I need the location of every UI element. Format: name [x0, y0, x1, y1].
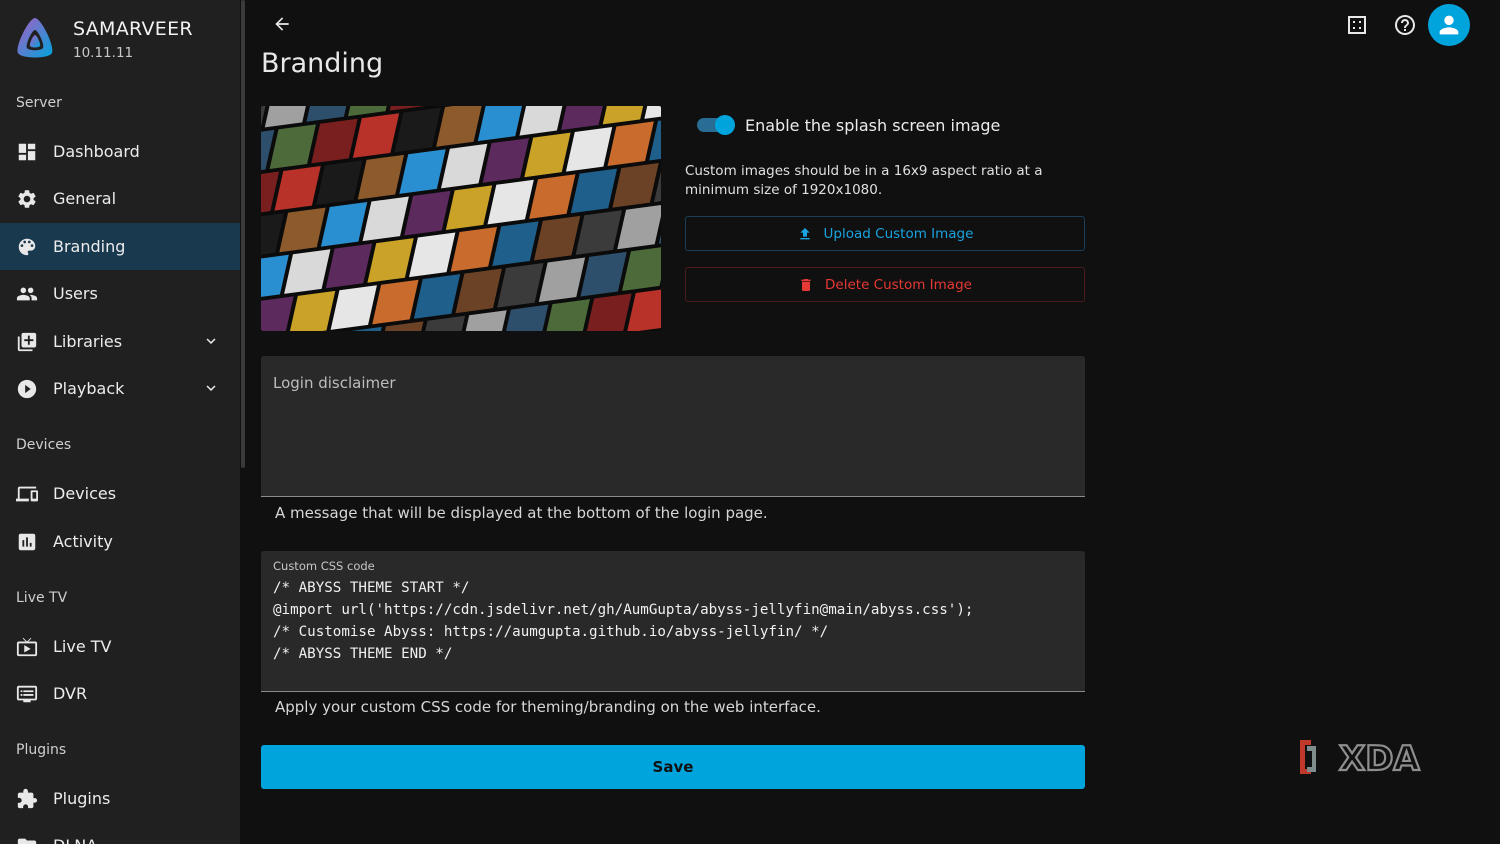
splash-preview-image [261, 106, 661, 331]
select-frame-icon [1348, 16, 1366, 34]
back-button[interactable] [268, 10, 296, 38]
sidebar-item-label: DLNA [53, 836, 97, 844]
login-disclaimer-field[interactable]: Login disclaimer [261, 356, 1085, 497]
upload-custom-image-button[interactable]: Upload Custom Image [685, 216, 1085, 251]
cast-button[interactable] [1344, 12, 1370, 38]
dvr-icon [16, 683, 38, 705]
upload-icon [799, 227, 810, 239]
poster-collage-image [261, 106, 661, 331]
puzzle-icon [16, 788, 38, 810]
custom-css-field[interactable]: Custom CSS code /* ABYSS THEME START */ … [261, 551, 1085, 692]
page-title: Branding [261, 48, 384, 79]
sidebar-item-live-tv[interactable]: Live TV [0, 623, 240, 670]
splash-toggle-label: Enable the splash screen image [745, 115, 1001, 135]
library-add-icon [16, 331, 38, 353]
xda-watermark-logo: XDA [1300, 738, 1422, 780]
people-icon [16, 283, 38, 305]
chevron-down-icon[interactable] [202, 332, 220, 350]
server-name: SAMARVEER [73, 18, 193, 40]
login-disclaimer-helper: A message that will be displayed at the … [275, 504, 768, 522]
sidebar-item-label: Users [53, 284, 98, 303]
help-button[interactable] [1392, 12, 1418, 38]
sidebar-item-dashboard[interactable]: Dashboard [0, 128, 240, 175]
sidebar-item-label: Live TV [53, 637, 112, 656]
palette-icon [16, 236, 38, 258]
help-icon [1395, 15, 1415, 35]
brand[interactable]: SAMARVEER 10.11.11 [14, 16, 193, 61]
sidebar-item-playback[interactable]: Playback [0, 365, 240, 412]
custom-css-code[interactable]: /* ABYSS THEME START */ @import url('htt… [273, 577, 973, 665]
sidebar-item-label: Plugins [53, 789, 111, 808]
delete-button-label: Delete Custom Image [825, 276, 972, 293]
sidebar-item-label: Devices [53, 484, 117, 503]
sidebar-item-libraries[interactable]: Libraries [0, 318, 240, 365]
arrow-back-icon [275, 17, 289, 31]
chart-icon [16, 531, 38, 553]
custom-css-helper: Apply your custom CSS code for theming/b… [275, 698, 821, 716]
devices-icon [16, 483, 38, 505]
login-disclaimer-placeholder: Login disclaimer [273, 374, 396, 392]
sidebar-item-devices[interactable]: Devices [0, 470, 240, 517]
svg-text:XDA: XDA [1339, 739, 1420, 779]
splash-image-note: Custom images should be in a 16x9 aspect… [685, 163, 1043, 198]
dashboard-icon [16, 141, 38, 163]
section-label-server: Server [16, 95, 62, 111]
gear-icon [16, 188, 38, 210]
sidebar-item-branding[interactable]: Branding [0, 223, 240, 270]
sidebar-item-label: DVR [53, 684, 88, 703]
folder-icon [16, 835, 38, 844]
sidebar-item-plugins[interactable]: Plugins [0, 775, 240, 822]
section-label-live-tv: Live TV [16, 590, 68, 606]
save-button[interactable]: Save [261, 745, 1085, 789]
sidebar-item-label: General [53, 189, 117, 208]
jellyfin-logo-icon [17, 18, 53, 58]
sidebar-item-dlna[interactable]: DLNA [0, 822, 240, 844]
sidebar-scrollbar[interactable] [241, 0, 245, 468]
live-tv-icon [16, 636, 38, 658]
sidebar-item-label: Branding [53, 237, 126, 256]
splash-toggle-row[interactable]: Enable the splash screen image [697, 114, 1000, 136]
poster-tile [644, 106, 661, 119]
sidebar-item-label: Playback [53, 379, 125, 398]
sidebar-item-dvr[interactable]: DVR [0, 670, 240, 717]
sidebar-item-label: Dashboard [53, 142, 140, 161]
sidebar-item-general[interactable]: General [0, 175, 240, 222]
server-version: 10.11.11 [73, 45, 134, 61]
custom-css-label: Custom CSS code [273, 559, 375, 573]
sidebar: SAMARVEER 10.11.11 Server Dashboard Gene… [0, 0, 240, 844]
section-label-plugins: Plugins [16, 742, 67, 758]
splash-toggle-switch[interactable] [697, 114, 735, 136]
trash-icon [801, 278, 811, 291]
sidebar-item-activity[interactable]: Activity [0, 518, 240, 565]
play-circle-icon [16, 378, 38, 400]
section-label-devices: Devices [16, 437, 72, 453]
chevron-down-icon[interactable] [202, 379, 220, 397]
user-avatar-button[interactable] [1428, 4, 1470, 46]
delete-custom-image-button[interactable]: Delete Custom Image [685, 267, 1085, 302]
sidebar-item-label: Activity [53, 532, 113, 551]
person-icon [1439, 15, 1459, 35]
sidebar-item-label: Libraries [53, 332, 123, 351]
sidebar-item-users[interactable]: Users [0, 270, 240, 317]
upload-button-label: Upload Custom Image [823, 225, 974, 242]
